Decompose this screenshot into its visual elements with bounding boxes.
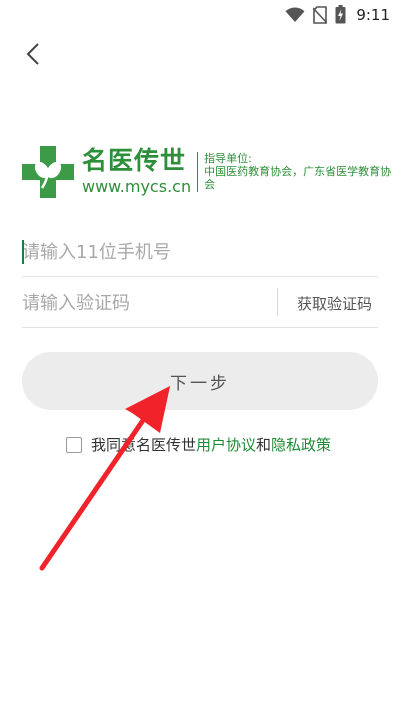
user-agreement-link[interactable]: 用户协议 bbox=[196, 436, 256, 454]
brand-text: 名医传世 www.mycs.cn bbox=[82, 147, 191, 197]
back-button[interactable] bbox=[18, 38, 50, 70]
text-cursor bbox=[22, 240, 24, 264]
brand-header: 名医传世 www.mycs.cn 指导单位: 中国医药教育协会，广东省医学教育协… bbox=[22, 146, 400, 198]
code-separator bbox=[277, 288, 278, 316]
status-icons: 9:11 bbox=[285, 5, 390, 24]
agreement-text: 我同意名医传世用户协议和隐私政策 bbox=[91, 434, 331, 455]
get-code-button[interactable]: 获取验证码 bbox=[297, 293, 372, 314]
guide-orgs: 中国医药教育协会，广东省医学教育协会 bbox=[204, 165, 392, 191]
battery-charging-icon bbox=[335, 5, 346, 24]
brand-name: 名医传世 bbox=[82, 146, 187, 175]
brand-url: www.mycs.cn bbox=[82, 177, 192, 196]
status-time: 9:11 bbox=[356, 5, 390, 24]
code-input[interactable] bbox=[22, 279, 262, 327]
wifi-icon bbox=[285, 6, 305, 22]
green-cross-leaf-icon bbox=[22, 146, 74, 198]
guide-units: 指导单位: 中国医药教育协会，广东省医学教育协会 bbox=[204, 152, 400, 191]
phone-input[interactable] bbox=[22, 228, 378, 276]
next-button[interactable]: 下一步 bbox=[22, 352, 378, 410]
privacy-policy-link[interactable]: 隐私政策 bbox=[271, 436, 331, 454]
chevron-left-icon bbox=[26, 43, 39, 65]
status-bar: 9:11 bbox=[0, 0, 400, 30]
phone-field bbox=[22, 228, 378, 277]
agreement-checkbox[interactable] bbox=[66, 436, 82, 453]
agreement-row: 我同意名医传世用户协议和隐私政策 bbox=[66, 434, 331, 455]
no-sim-icon bbox=[313, 5, 328, 24]
code-field: 获取验证码 bbox=[22, 279, 378, 328]
agreement-connector: 和 bbox=[256, 436, 272, 454]
agreement-prefix: 我同意名医传世 bbox=[91, 436, 197, 454]
brand-divider bbox=[197, 152, 199, 192]
guide-title: 指导单位: bbox=[204, 152, 252, 165]
